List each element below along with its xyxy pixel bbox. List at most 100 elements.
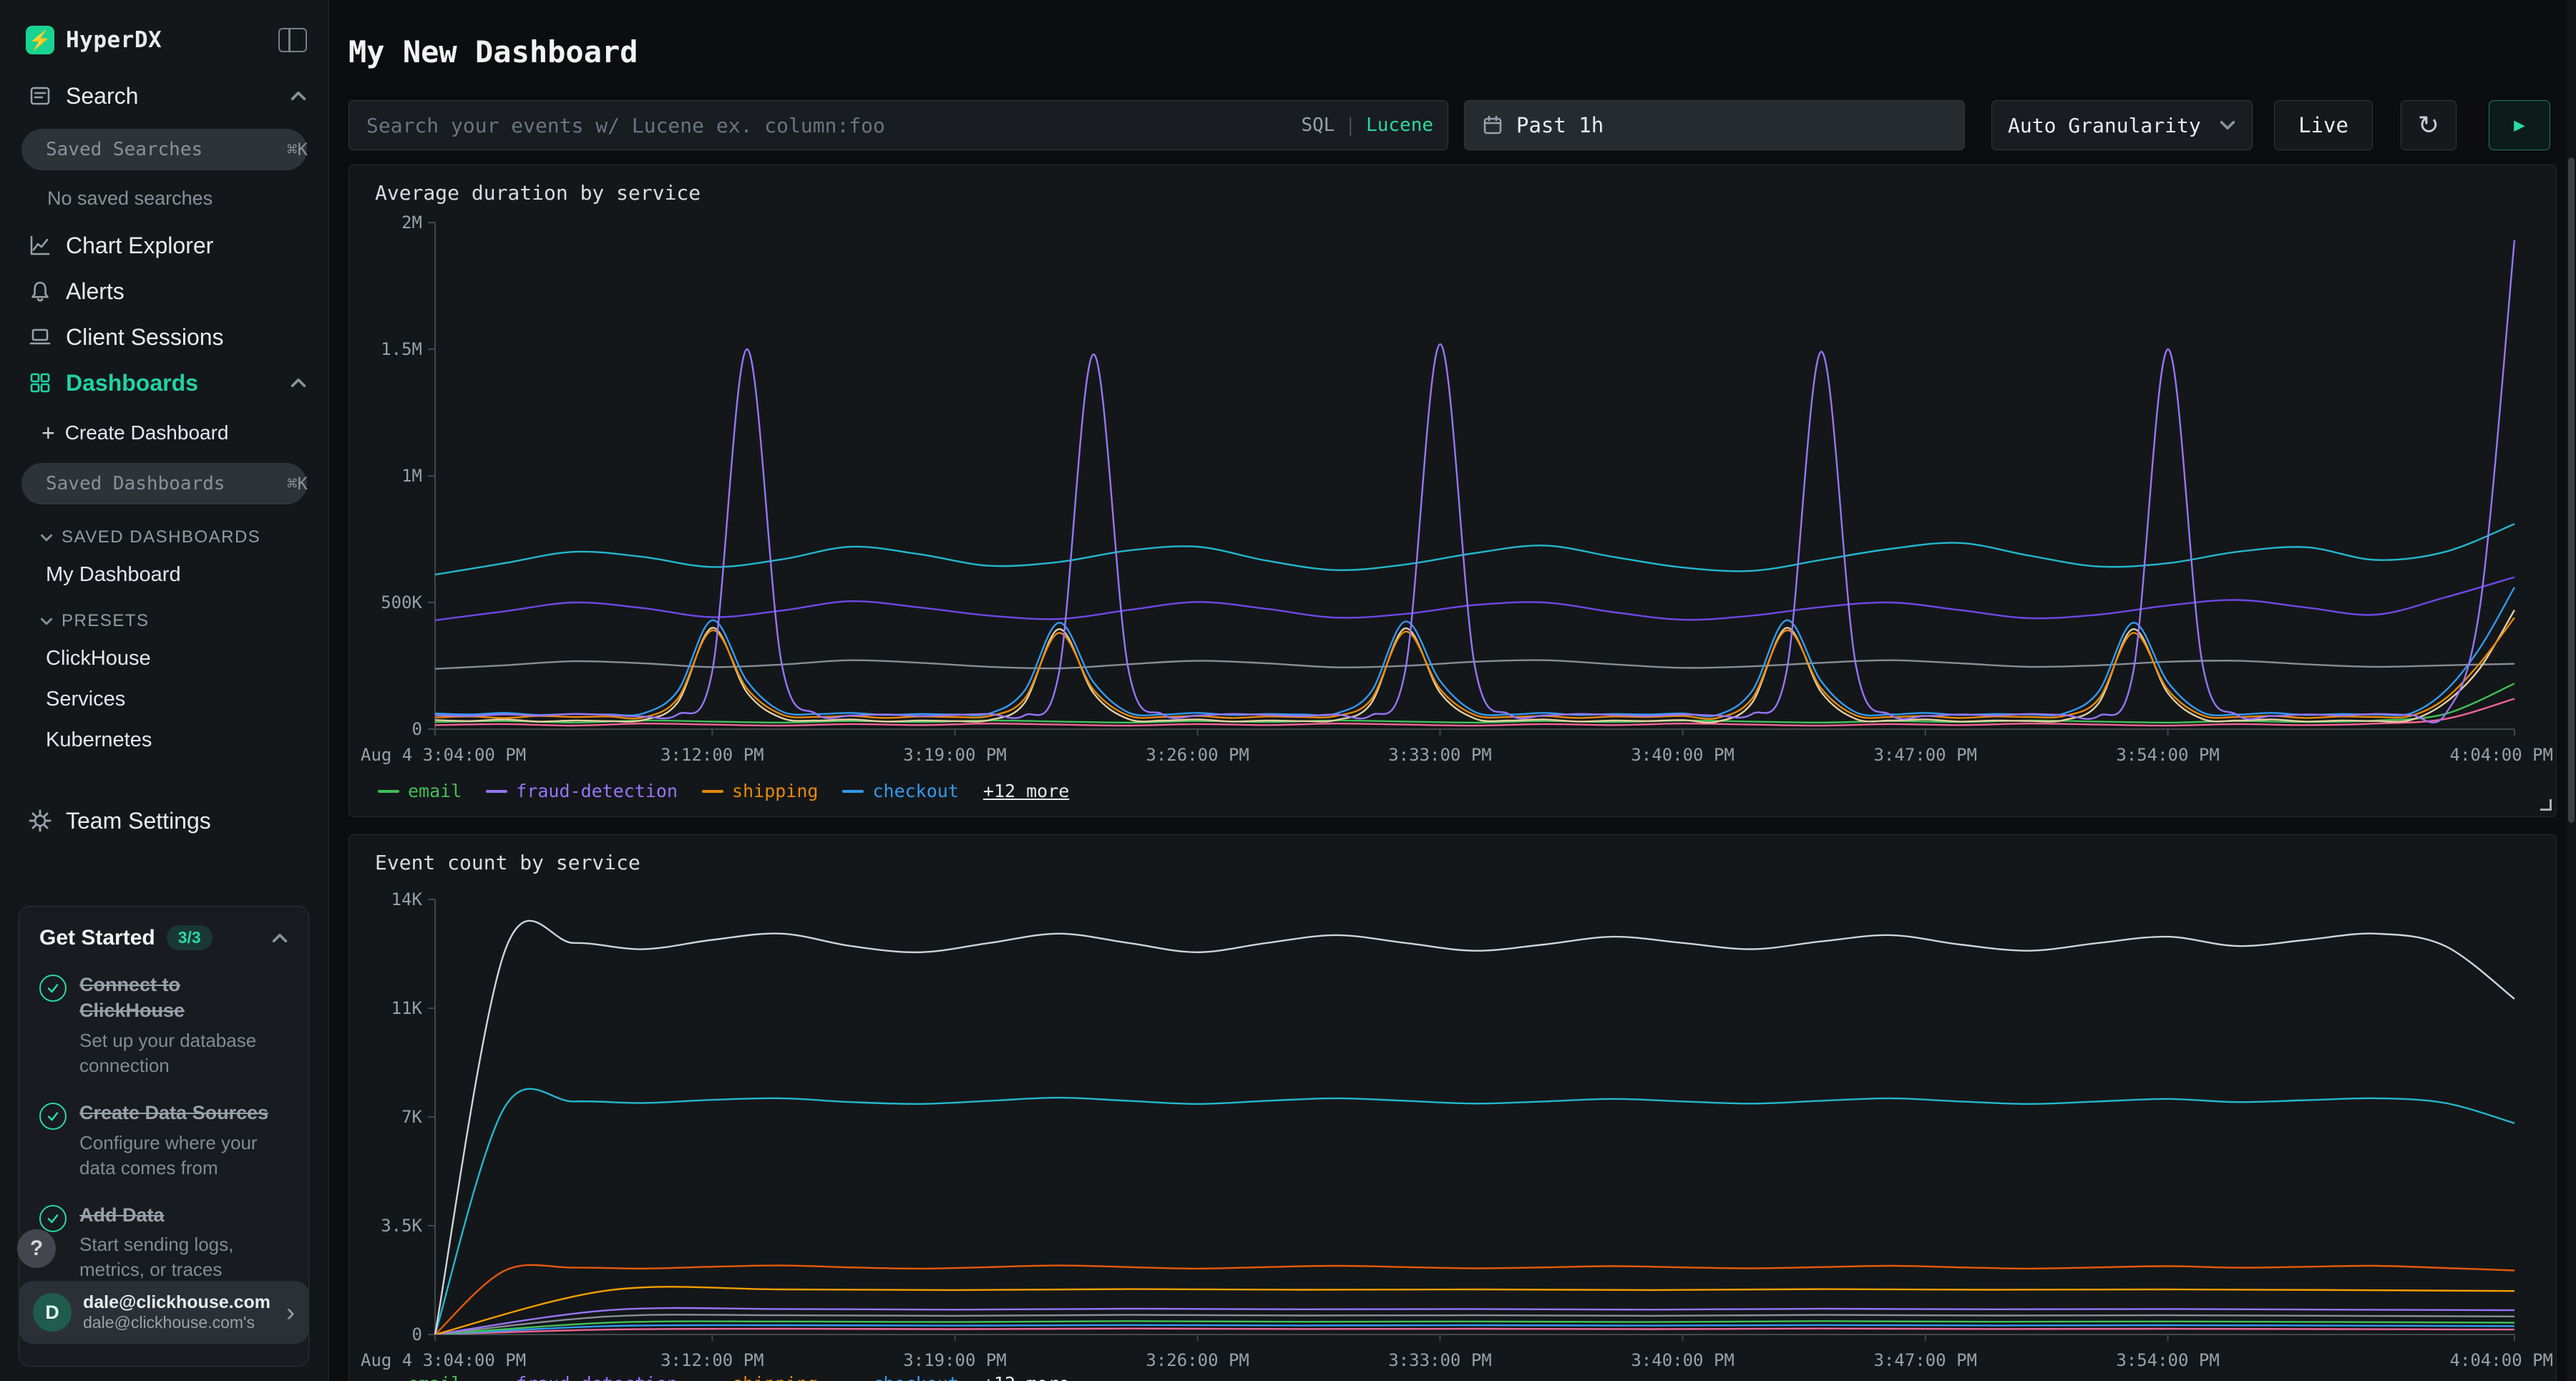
legend-swatch <box>702 790 723 793</box>
sidebar-item-label: Chart Explorer <box>66 233 213 259</box>
event-search-input[interactable] <box>366 114 1301 137</box>
legend-label: checkout <box>872 1373 958 1381</box>
section-header-label: PRESETS <box>62 611 150 631</box>
chart-panel-event-count: Event count by service 03.5K7K11K14KAug … <box>348 834 2557 1381</box>
legend-item-email[interactable]: email <box>378 1373 462 1381</box>
help-button[interactable]: ? <box>17 1229 56 1268</box>
time-range-picker[interactable]: Past 1h <box>1464 100 1965 150</box>
x-tick-label: 3:26:00 PM <box>1146 745 1249 765</box>
chart-canvas-host[interactable]: 0500K1M1.5M2MAug 4 3:04:00 PM3:12:00 PM3… <box>349 208 2557 777</box>
bell-icon <box>27 279 53 303</box>
sidebar-collapse-icon[interactable] <box>278 28 307 52</box>
legend-swatch <box>486 790 507 793</box>
preset-link-clickhouse[interactable]: ClickHouse <box>0 638 328 679</box>
calendar-icon <box>1482 114 1503 136</box>
sidebar-item-dashboards[interactable]: Dashboards <box>0 360 328 406</box>
main-content: My New Dashboard SQL | Lucene Past 1h Au… <box>330 0 2576 1381</box>
x-tick-label: 3:12:00 PM <box>660 745 764 765</box>
legend-more-link[interactable]: +12 more <box>983 1373 1069 1381</box>
create-dashboard-button[interactable]: + Create Dashboard <box>0 413 328 453</box>
query-language-toggle: SQL | Lucene <box>1301 114 1433 136</box>
refresh-icon: ↻ <box>2418 111 2439 140</box>
legend-item-fraud-detection[interactable]: fraud-detection <box>486 1373 678 1381</box>
dashboard-link-my-dashboard[interactable]: My Dashboard <box>0 555 328 595</box>
sidebar-item-team-settings[interactable]: Team Settings <box>0 798 328 844</box>
y-tick-label: 14K <box>391 889 423 909</box>
x-tick-label: 3:33:00 PM <box>1388 745 1491 765</box>
legend-swatch <box>378 790 399 793</box>
granularity-value: Auto Granularity <box>2008 114 2201 137</box>
legend-item-email[interactable]: email <box>378 781 462 801</box>
check-circle-icon <box>39 1103 67 1130</box>
legend-more-link[interactable]: +12 more <box>983 781 1069 801</box>
series-line-unlabeled-4 <box>435 1089 2514 1334</box>
series-line-unlabeled-3 <box>435 577 2514 620</box>
chart-axes <box>435 223 2514 729</box>
x-tick-label: 3:47:00 PM <box>1873 745 1977 765</box>
bolt-icon: ⚡ <box>29 29 52 52</box>
chevron-up-icon <box>290 378 307 388</box>
play-icon: ▶ <box>2514 114 2525 136</box>
legend-item-checkout[interactable]: checkout <box>842 781 958 801</box>
live-button[interactable]: Live <box>2274 100 2373 150</box>
presets-header[interactable]: PRESETS <box>0 595 328 638</box>
saved-dashboards-search[interactable]: ⌘K <box>21 463 307 504</box>
panel-resize-handle[interactable] <box>2540 799 2552 811</box>
legend-item-fraud-detection[interactable]: fraud-detection <box>486 781 678 801</box>
saved-dashboards-input[interactable] <box>46 473 287 494</box>
legend-label: email <box>408 1373 462 1381</box>
x-tick-label: 3:40:00 PM <box>1631 745 1735 765</box>
chevron-up-icon <box>290 91 307 101</box>
chevron-up-icon[interactable] <box>271 933 288 943</box>
plus-icon: + <box>42 420 55 446</box>
chart-canvas: 0500K1M1.5M2MAug 4 3:04:00 PM3:12:00 PM3… <box>349 208 2557 774</box>
saved-searches-input[interactable] <box>46 139 287 160</box>
lucene-toggle[interactable]: Lucene <box>1366 114 1433 136</box>
saved-searches-search[interactable]: ⌘K <box>21 129 307 170</box>
sidebar-section-search[interactable]: Search <box>0 73 328 119</box>
get-started-step[interactable]: Connect to ClickHouse Set up your databa… <box>39 972 288 1078</box>
y-tick-label: 500K <box>381 592 422 613</box>
chart-title[interactable]: Event count by service <box>375 851 640 874</box>
sidebar-item-alerts[interactable]: Alerts <box>0 268 328 314</box>
sidebar-item-client-sessions[interactable]: Client Sessions <box>0 314 328 360</box>
get-started-step[interactable]: Create Data Sources Configure where your… <box>39 1100 288 1181</box>
series-line-unlabeled-1 <box>435 1329 2514 1334</box>
section-header-label: SAVED DASHBOARDS <box>62 527 260 547</box>
legend-item-shipping[interactable]: shipping <box>702 1373 818 1381</box>
run-query-button[interactable]: ▶ <box>2489 100 2550 150</box>
y-tick-label: 0 <box>412 1324 422 1345</box>
chart-canvas-host[interactable]: 03.5K7K11K14KAug 4 3:04:00 PM3:12:00 PM3… <box>349 878 2557 1381</box>
user-menu[interactable]: D dale@clickhouse.com dale@clickhouse.co… <box>19 1281 309 1344</box>
preset-link-kubernetes[interactable]: Kubernetes <box>0 720 328 761</box>
sidebar-item-chart-explorer[interactable]: Chart Explorer <box>0 223 328 268</box>
series-line-fraud-detection <box>435 240 2514 723</box>
toggle-divider: | <box>1345 114 1356 136</box>
sidebar-item-label: Client Sessions <box>66 324 224 351</box>
x-tick-label: 3:19:00 PM <box>903 1350 1007 1370</box>
chart-explorer-icon <box>27 233 53 258</box>
series-line-unlabeled-4 <box>435 524 2514 575</box>
x-tick-label: 3:33:00 PM <box>1388 1350 1491 1370</box>
brand-row: ⚡ HyperDX <box>0 0 328 73</box>
sidebar: ⚡ HyperDX Search ⌘K No saved searches Ch… <box>0 0 329 1381</box>
brand-logo-icon: ⚡ <box>26 26 54 54</box>
legend-item-checkout[interactable]: checkout <box>842 1373 958 1381</box>
legend-label: checkout <box>872 781 958 801</box>
y-tick-label: 7K <box>401 1107 422 1127</box>
avatar: D <box>33 1293 72 1332</box>
y-tick-label: 2M <box>401 213 422 233</box>
chevron-down-icon <box>40 618 53 625</box>
get-started-step[interactable]: Add Data Start sending logs, metrics, or… <box>39 1202 288 1283</box>
sidebar-item-label: Dashboards <box>66 370 198 396</box>
search-section-label: Search <box>66 83 138 109</box>
chart-title[interactable]: Average duration by service <box>375 181 701 205</box>
sql-toggle[interactable]: SQL <box>1301 114 1335 136</box>
refresh-button[interactable]: ↻ <box>2401 100 2457 150</box>
scrollbar-thumb[interactable] <box>2568 157 2575 823</box>
preset-link-services[interactable]: Services <box>0 679 328 720</box>
granularity-select[interactable]: Auto Granularity <box>1991 100 2253 150</box>
legend-item-shipping[interactable]: shipping <box>702 781 818 801</box>
page-scrollbar[interactable] <box>2567 0 2576 1381</box>
saved-dashboards-header[interactable]: SAVED DASHBOARDS <box>0 512 328 555</box>
